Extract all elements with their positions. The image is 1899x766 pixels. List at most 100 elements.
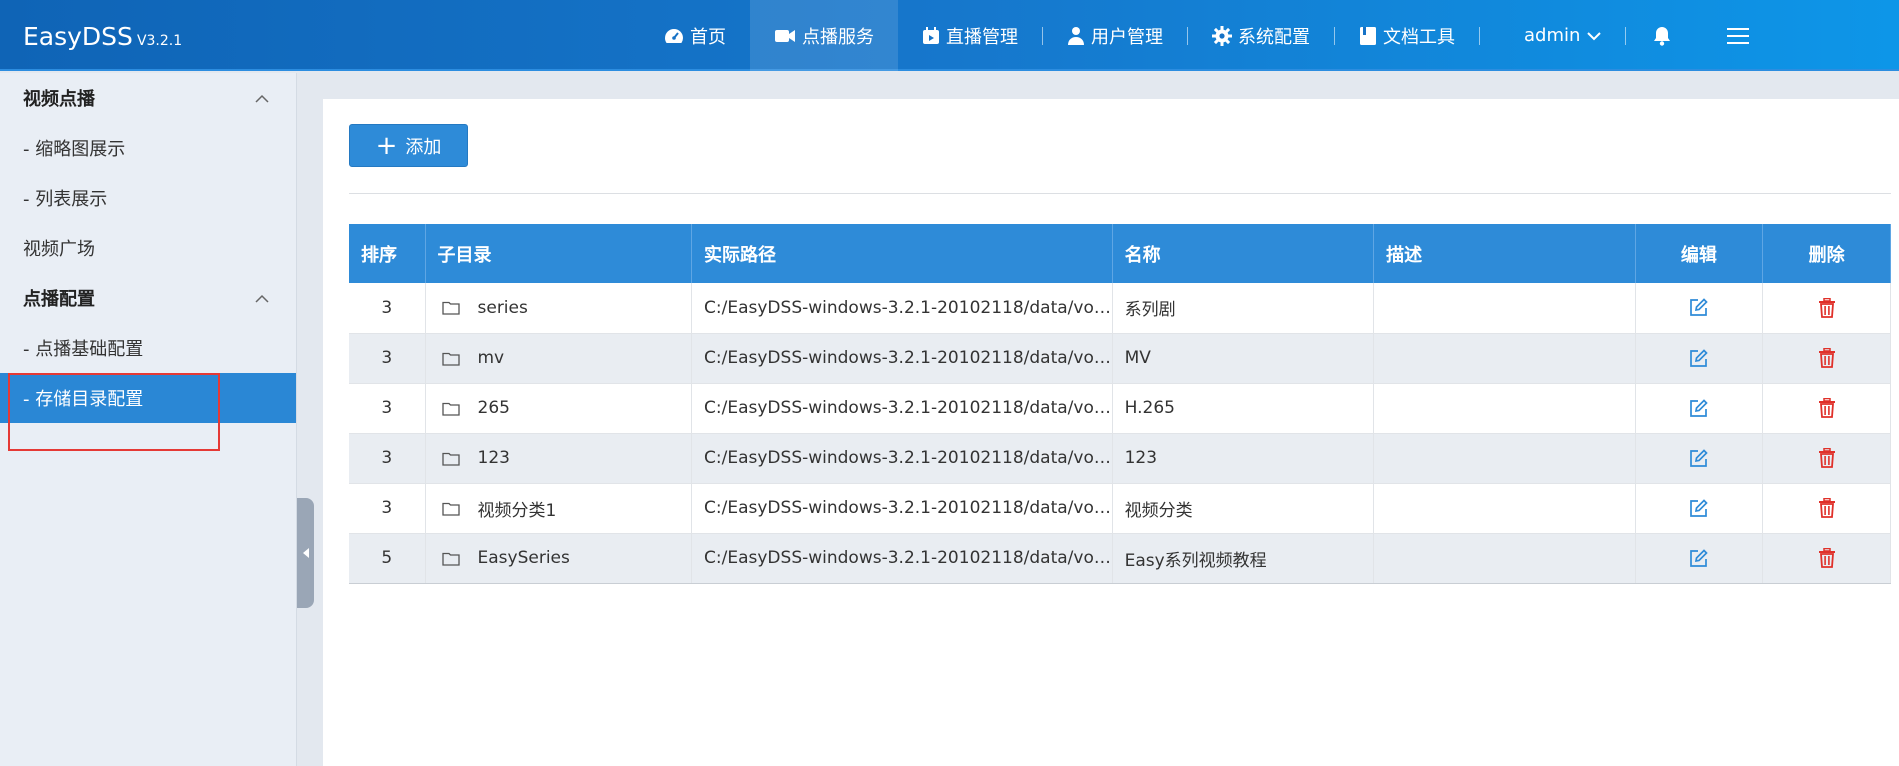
edit-button[interactable] [1689, 348, 1709, 368]
nav-item-vod-service[interactable]: 点播服务 [750, 0, 898, 71]
nav-item-home[interactable]: 首页 [640, 0, 750, 71]
trash-icon [1818, 297, 1835, 318]
table-row[interactable]: 3 series C:/EasyDSS-windows-3.2.1-20102118… [349, 283, 1891, 334]
cell-delete [1762, 383, 1891, 434]
subdir-name: 265 [477, 398, 510, 418]
nav-item-system-config[interactable]: 系统配置 [1188, 0, 1334, 71]
notifications-button[interactable] [1634, 0, 1690, 71]
cell-order: 5 [349, 533, 426, 584]
gear-icon [1212, 25, 1232, 46]
col-header-desc[interactable]: 描述 [1373, 224, 1636, 283]
cell-path: C:/EasyDSS-windows-3.2.1-20102118/data/v… [691, 433, 1113, 484]
sidebar-item-basic-config[interactable]: - 点播基础配置 [0, 323, 296, 373]
col-header-name[interactable]: 名称 [1112, 224, 1375, 283]
cell-subdir: 123 [425, 433, 693, 484]
trash-icon [1818, 398, 1835, 418]
sidebar-item-video-plaza[interactable]: 视频广场 [0, 223, 296, 273]
sidebar-item-thumbnail-view[interactable]: - 缩略图展示 [0, 123, 296, 173]
sidebar-group-vod[interactable]: 视频点播 [0, 73, 296, 123]
table-row[interactable]: 3 265 C:/EasyDSS-windows-3.2.1-20102118/da… [349, 383, 1891, 434]
sidebar-item-label: - 存储目录配置 [23, 389, 144, 410]
nav-separator [1479, 26, 1480, 45]
cell-edit [1635, 533, 1764, 584]
cell-edit [1635, 333, 1764, 384]
col-header-path[interactable]: 实际路径 [691, 224, 1113, 283]
sidebar-group-label: 点播配置 [23, 289, 95, 310]
cell-edit [1635, 383, 1764, 434]
folder-icon [441, 502, 460, 516]
nav-item-live-management[interactable]: 直播管理 [898, 0, 1042, 71]
table-row[interactable]: 3 123 C:/EasyDSS-windows-3.2.1-20102118/da… [349, 433, 1891, 484]
delete-button[interactable] [1818, 398, 1836, 418]
edit-icon [1690, 498, 1709, 517]
sidebar-collapse-handle[interactable] [297, 498, 314, 608]
chevron-down-icon [1587, 31, 1602, 40]
storage-dir-table: 排序 子目录 实际路径 名称 描述 编辑 删除 3 series C:/EasyDS… [349, 224, 1891, 584]
edit-button[interactable] [1689, 498, 1709, 518]
sidebar-item-label: - 缩略图展示 [23, 139, 126, 160]
live-calendar-icon [923, 26, 939, 44]
nav-label-user-management: 用户管理 [1091, 26, 1163, 48]
cell-desc [1373, 433, 1636, 484]
trash-icon [1818, 448, 1835, 468]
cell-desc [1373, 483, 1636, 534]
subdir-name: EasySeries [477, 548, 570, 568]
sidebar-item-list-view[interactable]: - 列表展示 [0, 173, 296, 223]
chevron-up-icon [255, 94, 269, 103]
col-header-order[interactable]: 排序 [349, 224, 426, 283]
add-button[interactable]: + 添加 [349, 124, 468, 167]
plus-icon: + [375, 130, 398, 161]
nav-separator [1625, 26, 1627, 45]
sidebar-group-vod-config[interactable]: 点播配置 [0, 273, 296, 323]
edit-icon [1690, 398, 1709, 417]
sidebar-item-label: - 点播基础配置 [23, 339, 144, 360]
col-header-edit: 编辑 [1635, 224, 1764, 283]
delete-button[interactable] [1818, 448, 1836, 468]
delete-button[interactable] [1818, 348, 1836, 368]
cell-edit [1635, 483, 1764, 534]
edit-button[interactable] [1689, 548, 1709, 568]
menu-button[interactable] [1710, 0, 1766, 71]
table-row[interactable]: 3 视频分类1 C:/EasyDSS-windows-3.2.1-20102118/… [349, 483, 1891, 534]
cell-path: C:/EasyDSS-windows-3.2.1-20102118/data/v… [691, 283, 1113, 334]
table-row[interactable]: 5 EasySeries C:/EasyDSS-windows-3.2.1-2010… [349, 533, 1891, 584]
cell-order: 3 [349, 383, 426, 434]
user-menu[interactable]: admin [1500, 0, 1625, 71]
cell-subdir: 视频分类1 [425, 483, 693, 534]
cell-name: Easy系列视频教程 [1112, 533, 1375, 584]
edit-button[interactable] [1689, 398, 1709, 418]
app-logo[interactable]: EasyDSS V3.2.1 [23, 22, 182, 51]
table-body: 3 series C:/EasyDSS-windows-3.2.1-20102118… [349, 283, 1891, 584]
cell-path: C:/EasyDSS-windows-3.2.1-20102118/data/v… [691, 533, 1113, 584]
delete-button[interactable] [1818, 297, 1836, 318]
folder-icon [441, 352, 460, 366]
col-header-subdir[interactable]: 子目录 [425, 224, 693, 283]
sidebar-item-label: - 列表展示 [23, 189, 108, 210]
delete-button[interactable] [1818, 498, 1836, 518]
edit-button[interactable] [1689, 298, 1709, 317]
dashboard-icon [665, 28, 683, 43]
caret-left-icon [302, 548, 309, 558]
trash-icon [1818, 348, 1835, 368]
cell-edit [1635, 433, 1764, 484]
cell-delete [1762, 533, 1891, 584]
nav-label-system-config: 系统配置 [1238, 26, 1310, 48]
user-name: admin [1524, 25, 1581, 46]
subdir-name: mv [477, 348, 505, 368]
sidebar-item-storage-dir-config[interactable]: - 存储目录配置 [0, 373, 296, 423]
edit-button[interactable] [1689, 448, 1709, 468]
video-camera-icon [775, 29, 795, 42]
cell-subdir: 265 [425, 383, 693, 434]
nav-item-doc-tools[interactable]: 文档工具 [1335, 0, 1479, 71]
cell-delete [1762, 283, 1891, 334]
app-version: V3.2.1 [136, 33, 183, 49]
top-navbar: EasyDSS V3.2.1 首页 点播服务 直播管理 用户管理 系统配置 文档工… [0, 0, 1899, 71]
table-row[interactable]: 3 mv C:/EasyDSS-windows-3.2.1-20102118/dat… [349, 333, 1891, 384]
delete-button[interactable] [1818, 548, 1836, 568]
cell-desc [1373, 283, 1636, 334]
hamburger-menu-icon [1727, 27, 1750, 44]
nav-item-user-management[interactable]: 用户管理 [1043, 0, 1187, 71]
app-name: EasyDSS [23, 22, 133, 51]
sidebar-item-label: 视频广场 [23, 239, 95, 260]
divider [349, 193, 1891, 194]
